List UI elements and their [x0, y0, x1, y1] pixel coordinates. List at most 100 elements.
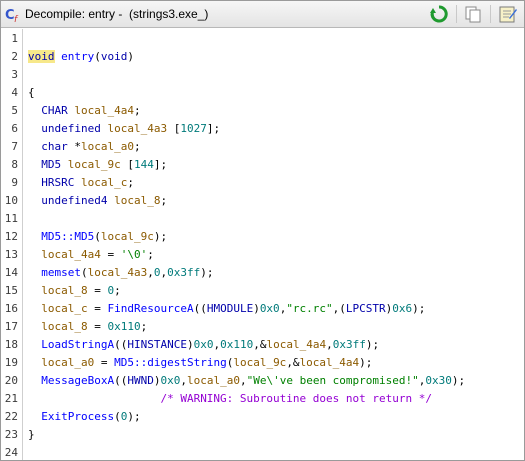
- code-token-var[interactable]: local_4a3: [107, 122, 167, 135]
- code-token-plain: ): [253, 302, 260, 315]
- code-token-func[interactable]: MD5::digestString: [114, 356, 227, 369]
- code-token-var[interactable]: local_4a4: [300, 356, 360, 369]
- code-line[interactable]: CHAR local_4a4;: [28, 102, 141, 120]
- code-line[interactable]: undefined local_4a3 [1027];: [28, 120, 220, 138]
- code-line[interactable]: MD5::MD5(local_9c);: [28, 228, 167, 246]
- code-token-plain: ;: [140, 320, 148, 333]
- code-token-var[interactable]: local_c: [81, 176, 127, 189]
- line-number: 10: [4, 194, 18, 207]
- snapshot-icon: [499, 6, 517, 23]
- code-token-plain: =: [87, 302, 108, 315]
- code-token-plain: *: [67, 140, 81, 153]
- line-number: 22: [4, 410, 18, 423]
- snapshot-button[interactable]: [498, 4, 518, 24]
- code-token-var[interactable]: local_c: [41, 302, 87, 315]
- code-token-var[interactable]: local_8: [41, 284, 87, 297]
- copy-button[interactable]: [463, 4, 483, 24]
- line-number: 9: [11, 176, 18, 189]
- code-line[interactable]: memset(local_4a3,0,0x3ff);: [28, 264, 213, 282]
- code-line[interactable]: LoadStringA((HINSTANCE)0x0, 0x110,&local_…: [28, 336, 379, 354]
- code-token-num[interactable]: 1027: [180, 122, 207, 135]
- code-token-type[interactable]: HINSTANCE: [127, 338, 187, 351]
- code-token-type[interactable]: LPCSTR: [346, 302, 386, 315]
- code-token-num[interactable]: 0x30: [425, 374, 452, 387]
- code-token-var[interactable]: local_9c: [101, 230, 154, 243]
- title-bar: C f Decompile: entry - (strings3.exe_): [1, 1, 524, 28]
- line-number: 15: [4, 284, 18, 297]
- code-line[interactable]: char *local_a0;: [28, 138, 140, 156]
- code-token-var[interactable]: local_4a4: [266, 338, 326, 351]
- code-token-num[interactable]: 144: [134, 158, 154, 171]
- code-line[interactable]: local_a0 = MD5::digestString(local_9c,&l…: [28, 354, 372, 372]
- code-token-var[interactable]: local_9c: [68, 158, 121, 171]
- code-token-type[interactable]: undefined: [41, 122, 101, 135]
- code-token-comment[interactable]: /* WARNING: Subroutine does not return *…: [160, 392, 432, 405]
- code-token-func[interactable]: FindResourceA: [107, 302, 193, 315]
- copy-icon: [465, 6, 481, 23]
- code-token-plain: =: [94, 356, 115, 369]
- code-token-plain: );: [365, 338, 380, 351]
- code-token-func[interactable]: entry: [61, 50, 94, 63]
- line-number: 16: [4, 302, 18, 315]
- code-token-func[interactable]: ExitProcess: [41, 410, 114, 423]
- code-token-type[interactable]: void: [101, 50, 128, 63]
- code-token-str[interactable]: "rc.rc": [286, 302, 332, 315]
- code-line[interactable]: local_4a4 = '\0';: [28, 246, 154, 264]
- code-token-num[interactable]: 0x3ff: [167, 266, 200, 279]
- decompiler-code-view[interactable]: 1 2 3 4 5 6 7 8 9 10 11 12 13 14 15 16 17 18 19 20 21 22 23 24 …: [1, 29, 524, 460]
- code-line[interactable]: local_c = FindResourceA((HMODULE)0x0,"rc…: [28, 300, 425, 318]
- code-token-num[interactable]: 0x0: [260, 302, 280, 315]
- code-token-num[interactable]: 0x110: [107, 320, 140, 333]
- code-token-var[interactable]: local_a0: [81, 140, 134, 153]
- code-token-type[interactable]: CHAR: [41, 104, 68, 117]
- code-token-var[interactable]: local_4a4: [41, 248, 101, 261]
- code-token-num[interactable]: 0x6: [392, 302, 412, 315]
- code-token-num[interactable]: 0x3ff: [333, 338, 366, 351]
- line-number: 6: [11, 122, 18, 135]
- code-token-var[interactable]: local_a0: [187, 374, 240, 387]
- code-token-plain: ,&: [286, 356, 300, 369]
- code-token-type[interactable]: HMODULE: [207, 302, 253, 315]
- code-line[interactable]: ExitProcess(0);: [28, 408, 140, 426]
- code-token-type[interactable]: MD5: [41, 158, 61, 171]
- code-line[interactable]: MessageBoxA((HWND)0x0,local_a0,"We\'ve b…: [28, 372, 465, 390]
- code-line[interactable]: void entry(void): [28, 48, 134, 66]
- code-token-var[interactable]: local_8: [114, 194, 160, 207]
- code-line[interactable]: HRSRC local_c;: [28, 174, 134, 192]
- code-token-var[interactable]: local_4a3: [88, 266, 148, 279]
- code-token-void-hl[interactable]: void: [28, 50, 55, 63]
- code-token-var[interactable]: local_4a4: [74, 104, 134, 117]
- code-line[interactable]: local_8 = 0;: [28, 282, 120, 300]
- code-token-plain: ];: [153, 158, 168, 171]
- code-token-var[interactable]: local_9c: [233, 356, 286, 369]
- code-token-func[interactable]: memset: [41, 266, 81, 279]
- code-token-str[interactable]: '\0': [121, 248, 148, 261]
- code-token-func[interactable]: MessageBoxA: [41, 374, 114, 387]
- code-token-type[interactable]: char: [41, 140, 68, 153]
- code-token-str[interactable]: "We\'ve been compromised!": [247, 374, 419, 387]
- code-token-plain: ];: [206, 122, 221, 135]
- refresh-button[interactable]: [429, 4, 449, 24]
- code-token-func[interactable]: MD5::MD5: [41, 230, 94, 243]
- code-token-var[interactable]: local_a0: [41, 356, 94, 369]
- code-token-num[interactable]: 0x0: [160, 374, 180, 387]
- code-token-num[interactable]: 0x0: [194, 338, 214, 351]
- code-line[interactable]: }: [28, 426, 35, 444]
- code-token-type[interactable]: HWND: [127, 374, 154, 387]
- line-number-gutter: 1 2 3 4 5 6 7 8 9 10 11 12 13 14 15 16 17 18 19 20 21 22 23 24: [1, 29, 23, 460]
- code-line[interactable]: local_8 = 0x110;: [28, 318, 147, 336]
- code-line[interactable]: undefined4 local_8;: [28, 192, 167, 210]
- line-number: 20: [4, 374, 18, 387]
- code-line[interactable]: {: [28, 84, 35, 102]
- code-token-num[interactable]: 0x110: [220, 338, 253, 351]
- code-token-plain: [: [120, 158, 134, 171]
- code-token-plain: ,(: [332, 302, 346, 315]
- code-token-var[interactable]: local_8: [41, 320, 87, 333]
- code-token-type[interactable]: undefined4: [41, 194, 107, 207]
- code-line[interactable]: MD5 local_9c [144];: [28, 156, 167, 174]
- code-token-func[interactable]: LoadStringA: [41, 338, 114, 351]
- code-token-type[interactable]: HRSRC: [41, 176, 74, 189]
- code-token-plain: ;: [133, 104, 141, 117]
- code-line[interactable]: /* WARNING: Subroutine does not return *…: [28, 390, 432, 408]
